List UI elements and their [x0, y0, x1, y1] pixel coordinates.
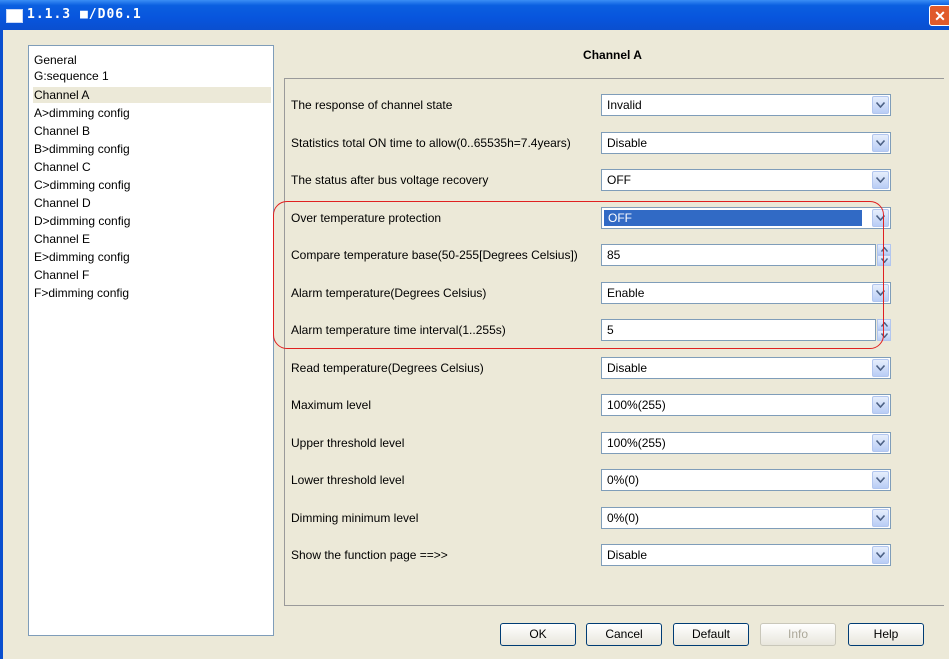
alarm-time-interval-stepper: [877, 319, 891, 341]
chevron-down-icon[interactable]: [872, 396, 889, 414]
page-tree: General G:sequence 1 Channel A A>dimming…: [28, 45, 274, 636]
compare-temperature-base-input[interactable]: 85: [601, 244, 876, 266]
select-value: OFF: [603, 209, 863, 227]
select-value: 100%(255): [607, 398, 666, 412]
select-value: Disable: [607, 361, 648, 375]
nav-item-c-dimming-config[interactable]: C>dimming config: [33, 177, 271, 193]
show-function-page-select[interactable]: Disable: [601, 544, 891, 566]
window-title: 1.1.3 ■/D06.1: [27, 7, 142, 22]
nav-item-channel-a[interactable]: Channel A: [33, 87, 271, 103]
nav-item-general[interactable]: General: [33, 52, 271, 68]
nav-item-f-dimming-config[interactable]: F>dimming config: [33, 285, 271, 301]
compare-temperature-base-stepper: [877, 244, 891, 266]
select-value: Enable: [607, 286, 645, 300]
spin-up-icon[interactable]: [877, 244, 891, 255]
title-bar[interactable]: 1.1.3 ■/D06.1 ✕: [0, 0, 949, 30]
close-button[interactable]: ✕: [929, 5, 949, 26]
chevron-down-icon[interactable]: [872, 471, 889, 489]
channel-state-response-select[interactable]: Invalid: [601, 94, 891, 116]
ok-button[interactable]: OK: [500, 623, 576, 646]
nav-item-channel-b[interactable]: Channel B: [33, 123, 271, 139]
cancel-button[interactable]: Cancel: [586, 623, 662, 646]
alarm-time-interval-input[interactable]: 5: [601, 319, 876, 341]
over-temperature-protection-select[interactable]: OFF: [601, 207, 891, 229]
nav-item-g-sequence-1[interactable]: G:sequence 1: [33, 68, 271, 84]
nav-item-channel-c[interactable]: Channel C: [33, 159, 271, 175]
chevron-down-icon[interactable]: [872, 209, 889, 227]
maximum-level-select[interactable]: 100%(255): [601, 394, 891, 416]
select-value: 100%(255): [607, 436, 666, 450]
select-value: 0%(0): [607, 473, 640, 487]
spin-down-icon[interactable]: [877, 255, 891, 266]
chevron-down-icon[interactable]: [872, 546, 889, 564]
chevron-down-icon[interactable]: [872, 96, 889, 114]
chevron-down-icon[interactable]: [872, 434, 889, 452]
param-label-channel-state-response: The response of channel state: [291, 98, 453, 112]
param-label-alarm-temperature: Alarm temperature(Degrees Celsius): [291, 286, 487, 300]
dimming-minimum-level-select[interactable]: 0%(0): [601, 507, 891, 529]
param-label-bus-voltage-recovery: The status after bus voltage recovery: [291, 173, 489, 187]
nav-item-a-dimming-config[interactable]: A>dimming config: [33, 105, 271, 121]
nav-item-channel-d[interactable]: Channel D: [33, 195, 271, 211]
spin-up-icon[interactable]: [877, 319, 891, 330]
alarm-temperature-select[interactable]: Enable: [601, 282, 891, 304]
spin-down-icon[interactable]: [877, 330, 891, 341]
chevron-down-icon[interactable]: [872, 171, 889, 189]
nav-item-d-dimming-config[interactable]: D>dimming config: [33, 213, 271, 229]
nav-item-channel-f[interactable]: Channel F: [33, 267, 271, 283]
param-label-show-function-page: Show the function page ==>>: [291, 548, 448, 562]
param-label-alarm-time-interval: Alarm temperature time interval(1..255s): [291, 323, 506, 337]
window-frame: [0, 30, 3, 659]
param-label-lower-threshold-level: Lower threshold level: [291, 473, 405, 487]
param-label-maximum-level: Maximum level: [291, 398, 372, 412]
select-value: Disable: [607, 548, 648, 562]
input-value: 5: [607, 323, 614, 337]
page-title: Channel A: [583, 48, 642, 62]
parameter-panel: The response of channel state Invalid St…: [284, 78, 944, 606]
lower-threshold-level-select[interactable]: 0%(0): [601, 469, 891, 491]
param-label-compare-temperature-base: Compare temperature base(50-255[Degrees …: [291, 248, 578, 262]
dialog-window: 1.1.3 ■/D06.1 ✕ General G:sequence 1 Cha…: [0, 0, 949, 659]
default-button[interactable]: Default: [673, 623, 749, 646]
chevron-down-icon[interactable]: [872, 359, 889, 377]
help-button[interactable]: Help: [848, 623, 924, 646]
statistics-on-time-select[interactable]: Disable: [601, 132, 891, 154]
param-label-dimming-minimum-level: Dimming minimum level: [291, 511, 419, 525]
nav-item-b-dimming-config[interactable]: B>dimming config: [33, 141, 271, 157]
param-label-upper-threshold-level: Upper threshold level: [291, 436, 405, 450]
chevron-down-icon[interactable]: [872, 134, 889, 152]
nav-item-e-dimming-config[interactable]: E>dimming config: [33, 249, 271, 265]
input-value: 85: [607, 248, 621, 262]
read-temperature-select[interactable]: Disable: [601, 357, 891, 379]
chevron-down-icon[interactable]: [872, 509, 889, 527]
info-button[interactable]: Info: [760, 623, 836, 646]
param-label-read-temperature: Read temperature(Degrees Celsius): [291, 361, 484, 375]
select-value: Disable: [607, 136, 648, 150]
param-label-over-temperature-protection: Over temperature protection: [291, 211, 442, 225]
select-value: 0%(0): [607, 511, 640, 525]
select-value: OFF: [607, 173, 631, 187]
select-value: Invalid: [607, 98, 642, 112]
upper-threshold-level-select[interactable]: 100%(255): [601, 432, 891, 454]
window-icon: [6, 9, 23, 23]
nav-item-channel-e[interactable]: Channel E: [33, 231, 271, 247]
bus-voltage-recovery-select[interactable]: OFF: [601, 169, 891, 191]
param-label-statistics-on-time: Statistics total ON time to allow(0..655…: [291, 136, 571, 150]
chevron-down-icon[interactable]: [872, 284, 889, 302]
